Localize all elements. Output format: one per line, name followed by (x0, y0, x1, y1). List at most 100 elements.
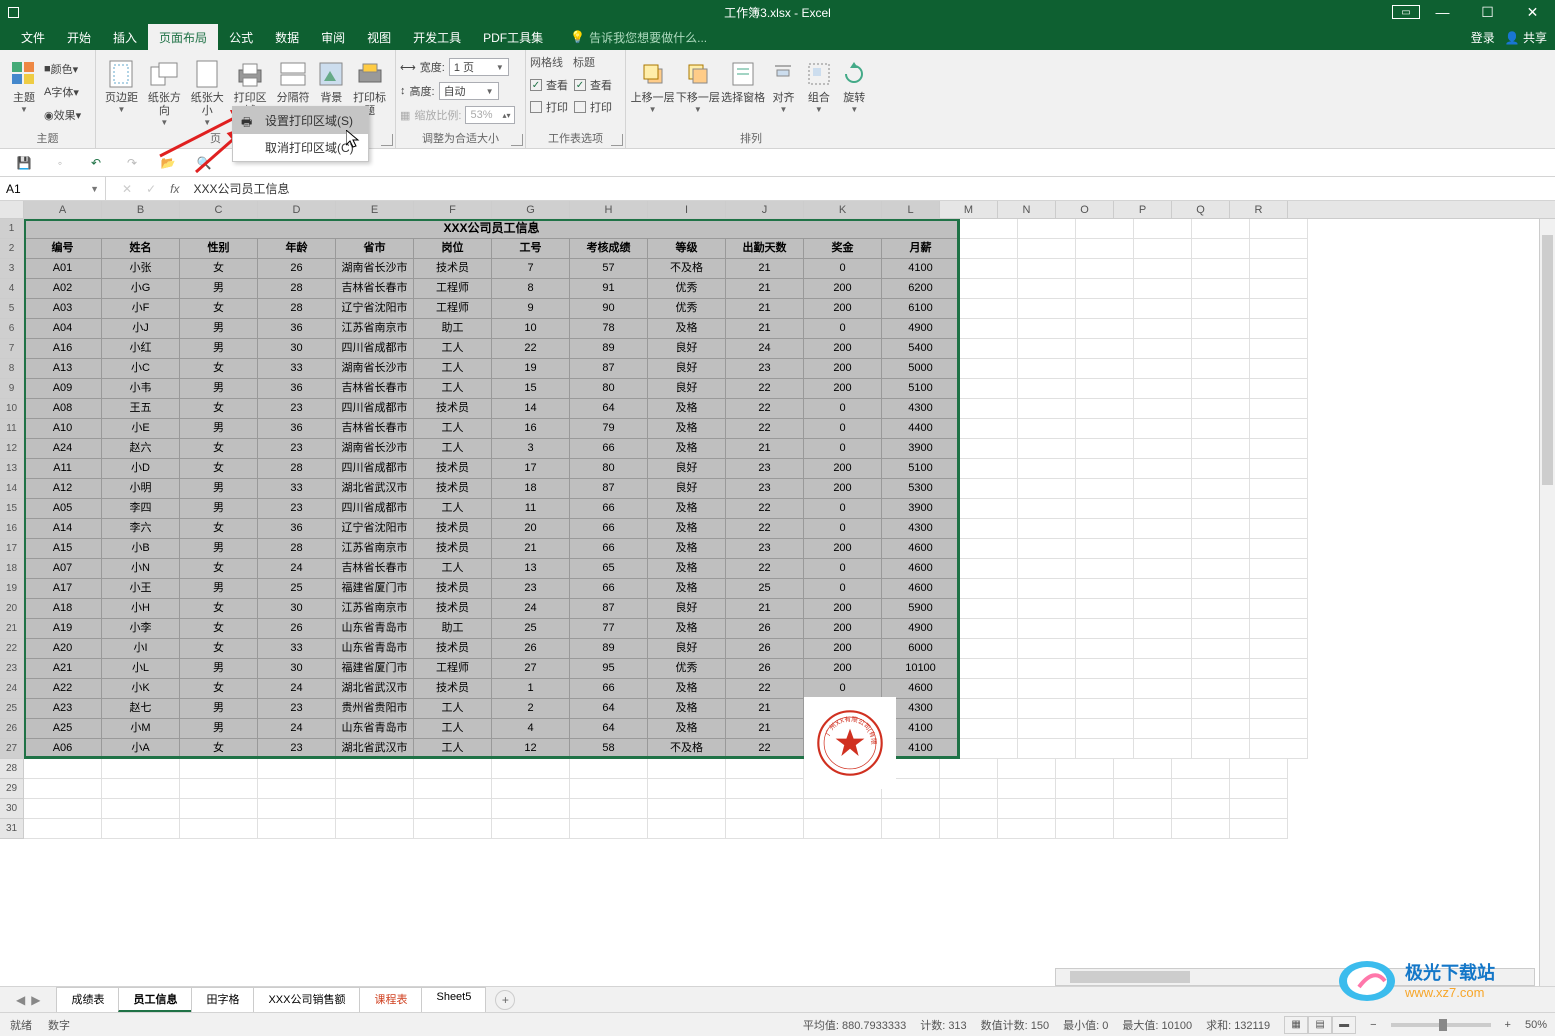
cell[interactable]: 小J (102, 319, 180, 339)
formula-content[interactable]: XXX公司员工信息 (193, 180, 289, 197)
cell[interactable]: 小明 (102, 479, 180, 499)
cell[interactable]: A06 (24, 739, 102, 759)
cell[interactable]: 工人 (414, 339, 492, 359)
tab-review[interactable]: 审阅 (310, 24, 356, 50)
cell[interactable]: 21 (726, 299, 804, 319)
cell[interactable]: A10 (24, 419, 102, 439)
cell[interactable]: 6200 (882, 279, 960, 299)
cell[interactable]: 良好 (648, 479, 726, 499)
table-row[interactable]: A10小E男36吉林省长春市工人1679及格2204400 (24, 419, 1539, 439)
view-layout[interactable]: ▤ (1308, 1016, 1332, 1034)
page-setup-launcher[interactable] (381, 134, 393, 146)
table-row[interactable] (24, 799, 1539, 819)
ribbon-options-icon[interactable]: ▭ (1392, 5, 1420, 19)
cell[interactable]: 5400 (882, 339, 960, 359)
cell[interactable]: 女 (180, 679, 258, 699)
tab-file[interactable]: 文件 (10, 24, 56, 50)
row-header[interactable]: 10 (0, 399, 24, 419)
cell[interactable]: 小F (102, 299, 180, 319)
cell[interactable]: 13 (492, 559, 570, 579)
cell[interactable]: 月薪 (882, 239, 960, 259)
cell[interactable]: 77 (570, 619, 648, 639)
row-header[interactable]: 27 (0, 739, 24, 759)
cell[interactable]: 湖南省长沙市 (336, 259, 414, 279)
cell[interactable]: 小张 (102, 259, 180, 279)
cell[interactable]: 90 (570, 299, 648, 319)
cell[interactable]: 87 (570, 599, 648, 619)
cell[interactable]: 4400 (882, 419, 960, 439)
cell[interactable]: 及格 (648, 699, 726, 719)
cell[interactable]: 21 (726, 719, 804, 739)
cell[interactable]: 江苏省南京市 (336, 319, 414, 339)
cell[interactable]: A11 (24, 459, 102, 479)
cell[interactable]: A13 (24, 359, 102, 379)
cell[interactable]: 及格 (648, 539, 726, 559)
cell[interactable]: A23 (24, 699, 102, 719)
cell[interactable]: 工人 (414, 699, 492, 719)
table-row[interactable]: A08王五女23四川省成都市技术员1464及格2204300 (24, 399, 1539, 419)
cell[interactable]: 工人 (414, 419, 492, 439)
cell[interactable]: 4 (492, 719, 570, 739)
cell[interactable]: 4300 (882, 399, 960, 419)
cell[interactable]: A17 (24, 579, 102, 599)
cell[interactable]: 5300 (882, 479, 960, 499)
cell[interactable]: 良好 (648, 339, 726, 359)
cell[interactable]: 66 (570, 519, 648, 539)
row-header[interactable]: 11 (0, 419, 24, 439)
qat-undo[interactable]: ↶ (86, 153, 106, 173)
cell[interactable]: 四川省成都市 (336, 399, 414, 419)
cell[interactable]: 福建省厦门市 (336, 579, 414, 599)
cell[interactable]: 技术员 (414, 459, 492, 479)
cell[interactable]: 22 (492, 339, 570, 359)
cell[interactable]: 王五 (102, 399, 180, 419)
row-header[interactable]: 2 (0, 239, 24, 259)
cell[interactable]: 200 (804, 359, 882, 379)
row-header[interactable]: 14 (0, 479, 24, 499)
table-row[interactable]: A13小C女33湖南省长沙市工人1987良好232005000 (24, 359, 1539, 379)
cell[interactable]: 0 (804, 319, 882, 339)
select-all[interactable] (0, 201, 24, 218)
cell[interactable]: 技术员 (414, 519, 492, 539)
cell[interactable]: 87 (570, 479, 648, 499)
cell[interactable]: 小G (102, 279, 180, 299)
cell[interactable]: A08 (24, 399, 102, 419)
cell[interactable]: 6100 (882, 299, 960, 319)
cell[interactable]: 200 (804, 599, 882, 619)
cell[interactable]: 21 (726, 699, 804, 719)
row-header[interactable]: 16 (0, 519, 24, 539)
cell[interactable]: 0 (804, 519, 882, 539)
qat-blank2[interactable]: ◦ (50, 153, 70, 173)
sheet-tab[interactable]: 课程表 (359, 987, 422, 1012)
col-header-L[interactable]: L (882, 201, 940, 218)
table-row[interactable]: A19小李女26山东省青岛市助工2577及格262004900 (24, 619, 1539, 639)
row-header[interactable]: 22 (0, 639, 24, 659)
cell[interactable]: 小B (102, 539, 180, 559)
cell[interactable]: 小L (102, 659, 180, 679)
row-header[interactable]: 28 (0, 759, 24, 779)
cell[interactable]: 3900 (882, 439, 960, 459)
cell[interactable]: 33 (258, 479, 336, 499)
table-row[interactable]: A14李六女36辽宁省沈阳市技术员2066及格2204300 (24, 519, 1539, 539)
cell[interactable]: 女 (180, 259, 258, 279)
cell[interactable]: 23 (258, 399, 336, 419)
row-header[interactable]: 3 (0, 259, 24, 279)
cell[interactable]: 33 (258, 359, 336, 379)
gridlines-view[interactable]: ✓查看 (530, 74, 568, 96)
cell[interactable]: 四川省成都市 (336, 499, 414, 519)
cell[interactable]: 36 (258, 519, 336, 539)
cell[interactable]: 性别 (180, 239, 258, 259)
tell-me[interactable]: 💡告诉我您想要做什么... (570, 29, 707, 46)
table-row[interactable]: A23赵七男23贵州省贵阳市工人264及格214300 (24, 699, 1539, 719)
col-header-G[interactable]: G (492, 201, 570, 218)
cell[interactable]: 小K (102, 679, 180, 699)
cell[interactable]: 26 (726, 639, 804, 659)
cell[interactable]: 66 (570, 539, 648, 559)
cell[interactable]: 小E (102, 419, 180, 439)
qat-preview[interactable]: 🔍 (194, 153, 214, 173)
cell[interactable]: 技术员 (414, 639, 492, 659)
cell[interactable]: 80 (570, 459, 648, 479)
cell[interactable]: 出勤天数 (726, 239, 804, 259)
group-button[interactable]: 组合▼ (801, 54, 836, 114)
cell[interactable]: 助工 (414, 619, 492, 639)
set-print-area[interactable]: 🖶设置打印区域(S) (233, 107, 368, 134)
